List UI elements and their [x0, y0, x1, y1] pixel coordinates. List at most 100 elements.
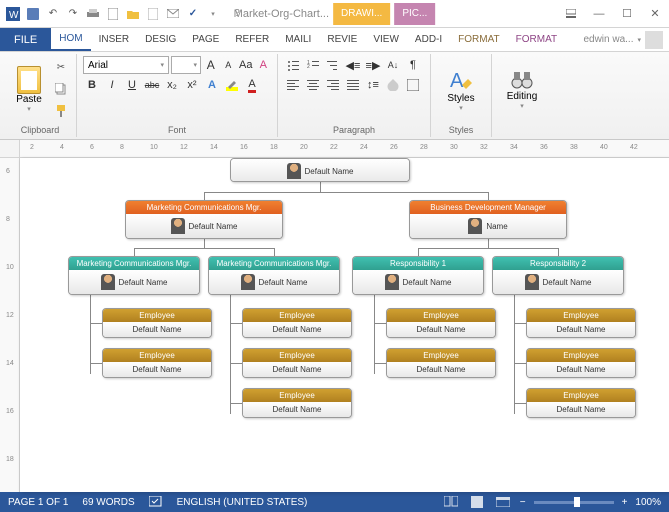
- align-left-icon[interactable]: [284, 76, 302, 94]
- spelling-icon[interactable]: ✓: [184, 5, 202, 23]
- open-icon[interactable]: [124, 5, 142, 23]
- subscript-button[interactable]: x₂: [163, 76, 181, 94]
- print-preview-icon[interactable]: [104, 5, 122, 23]
- shrink-font-icon[interactable]: A: [220, 56, 236, 74]
- new-icon[interactable]: [144, 5, 162, 23]
- tab-page-layout[interactable]: PAGE: [184, 28, 227, 51]
- text-effects-icon[interactable]: A: [203, 76, 221, 94]
- org-box-l2b[interactable]: Business Development Manager Name: [409, 200, 567, 239]
- horizontal-ruler[interactable]: 24681012141618202224262830323436384042: [20, 140, 669, 157]
- paste-button[interactable]: Paste ▾: [10, 56, 48, 122]
- align-center-icon[interactable]: [304, 76, 322, 94]
- tab-insert[interactable]: INSER: [91, 28, 138, 51]
- font-size-combo[interactable]: ▾: [171, 56, 201, 74]
- tab-view[interactable]: VIEW: [365, 28, 407, 51]
- shading-icon[interactable]: [384, 76, 402, 94]
- user-area[interactable]: edwin wa... ▾: [577, 28, 669, 51]
- page-canvas[interactable]: Default Name Marketing Communications Mg…: [20, 158, 669, 492]
- change-case-icon[interactable]: Aa: [238, 56, 254, 74]
- org-box-employee[interactable]: EmployeeDefault Name: [386, 348, 496, 378]
- org-box-employee[interactable]: EmployeeDefault Name: [242, 348, 352, 378]
- context-tab-drawing[interactable]: DRAWI...: [333, 3, 390, 25]
- org-box-l3d[interactable]: Responsibility 2 Default Name: [492, 256, 624, 295]
- print-layout-icon[interactable]: [468, 495, 486, 509]
- justify-icon[interactable]: [344, 76, 362, 94]
- zoom-in-button[interactable]: +: [622, 497, 628, 508]
- ribbon-options-icon[interactable]: [557, 3, 585, 25]
- align-right-icon[interactable]: [324, 76, 342, 94]
- org-box-top[interactable]: Default Name: [230, 158, 410, 182]
- context-tab-picture[interactable]: PIC...: [394, 3, 435, 25]
- clear-format-icon[interactable]: A: [256, 56, 272, 74]
- close-button[interactable]: ✕: [641, 3, 669, 25]
- save-icon[interactable]: [24, 5, 42, 23]
- org-box-employee[interactable]: EmployeeDefault Name: [242, 388, 352, 418]
- bold-button[interactable]: B: [83, 76, 101, 94]
- org-box-l3b[interactable]: Marketing Communications Mgr. Default Na…: [208, 256, 340, 295]
- org-box-l2a[interactable]: Marketing Communications Mgr. Default Na…: [125, 200, 283, 239]
- print-icon[interactable]: [84, 5, 102, 23]
- tab-home[interactable]: HOM: [51, 28, 90, 51]
- zoom-out-button[interactable]: −: [520, 497, 526, 508]
- tab-mailings[interactable]: MAILI: [277, 28, 319, 51]
- read-mode-icon[interactable]: [442, 495, 460, 509]
- tab-drawing-format[interactable]: FORMAT: [450, 28, 507, 51]
- connector-line: [230, 323, 242, 324]
- proofing-icon[interactable]: [149, 496, 163, 508]
- org-box-employee[interactable]: EmployeeDefault Name: [526, 308, 636, 338]
- strike-button[interactable]: abc: [143, 76, 161, 94]
- maximize-button[interactable]: ☐: [613, 3, 641, 25]
- group-font: Arial▾ ▾ A A Aa A B I U abc x₂ x² A A Fo…: [77, 54, 278, 137]
- tab-references[interactable]: REFER: [227, 28, 277, 51]
- sort-icon[interactable]: A↓: [384, 56, 402, 74]
- numbering-icon[interactable]: 12: [304, 56, 322, 74]
- underline-button[interactable]: U: [123, 76, 141, 94]
- vertical-ruler[interactable]: 681012141618: [0, 158, 20, 492]
- grow-font-icon[interactable]: A: [203, 56, 219, 74]
- status-language[interactable]: ENGLISH (UNITED STATES): [177, 497, 308, 508]
- email-icon[interactable]: [164, 5, 182, 23]
- org-box-employee[interactable]: EmployeeDefault Name: [526, 348, 636, 378]
- styles-button[interactable]: A Styles ▾: [437, 56, 485, 122]
- italic-button[interactable]: I: [103, 76, 121, 94]
- org-box-employee[interactable]: EmployeeDefault Name: [102, 308, 212, 338]
- tab-design[interactable]: DESIG: [137, 28, 184, 51]
- org-box-employee[interactable]: EmployeeDefault Name: [102, 348, 212, 378]
- superscript-button[interactable]: x²: [183, 76, 201, 94]
- connector-line: [488, 238, 489, 248]
- zoom-slider[interactable]: [534, 501, 614, 504]
- tab-review[interactable]: REVIE: [319, 28, 365, 51]
- highlight-icon[interactable]: [223, 76, 241, 94]
- borders-icon[interactable]: [404, 76, 422, 94]
- decrease-indent-icon[interactable]: ◀≡: [344, 56, 362, 74]
- qat-customize-icon[interactable]: ▾: [204, 5, 222, 23]
- format-painter-icon[interactable]: [52, 102, 70, 120]
- org-box-l3a[interactable]: Marketing Communications Mgr. Default Na…: [68, 256, 200, 295]
- multilevel-icon[interactable]: [324, 56, 342, 74]
- org-box-employee[interactable]: EmployeeDefault Name: [526, 388, 636, 418]
- tab-addins[interactable]: ADD-I: [407, 28, 450, 51]
- increase-indent-icon[interactable]: ≡▶: [364, 56, 382, 74]
- file-tab[interactable]: FILE: [0, 28, 51, 51]
- font-name-combo[interactable]: Arial▾: [83, 56, 169, 74]
- undo-icon[interactable]: ↶: [44, 5, 62, 23]
- word-icon[interactable]: W: [4, 5, 22, 23]
- web-layout-icon[interactable]: [494, 495, 512, 509]
- font-color-icon[interactable]: A: [243, 76, 261, 94]
- copy-icon[interactable]: [52, 80, 70, 98]
- status-page[interactable]: PAGE 1 OF 1: [8, 497, 68, 508]
- org-box-employee[interactable]: EmployeeDefault Name: [386, 308, 496, 338]
- zoom-level[interactable]: 100%: [635, 497, 661, 508]
- cut-icon[interactable]: ✂: [52, 58, 70, 76]
- tab-picture-format[interactable]: FORMAT: [508, 28, 565, 51]
- line-spacing-icon[interactable]: ↕≡: [364, 76, 382, 94]
- minimize-button[interactable]: —: [585, 3, 613, 25]
- redo-icon[interactable]: ↷: [64, 5, 82, 23]
- org-box-l3c[interactable]: Responsibility 1 Default Name: [352, 256, 484, 295]
- zoom-thumb[interactable]: [574, 497, 580, 507]
- org-box-employee[interactable]: EmployeeDefault Name: [242, 308, 352, 338]
- show-marks-icon[interactable]: ¶: [404, 56, 422, 74]
- status-words[interactable]: 69 WORDS: [82, 497, 134, 508]
- editing-button[interactable]: Editing ▾: [498, 56, 546, 122]
- bullets-icon[interactable]: [284, 56, 302, 74]
